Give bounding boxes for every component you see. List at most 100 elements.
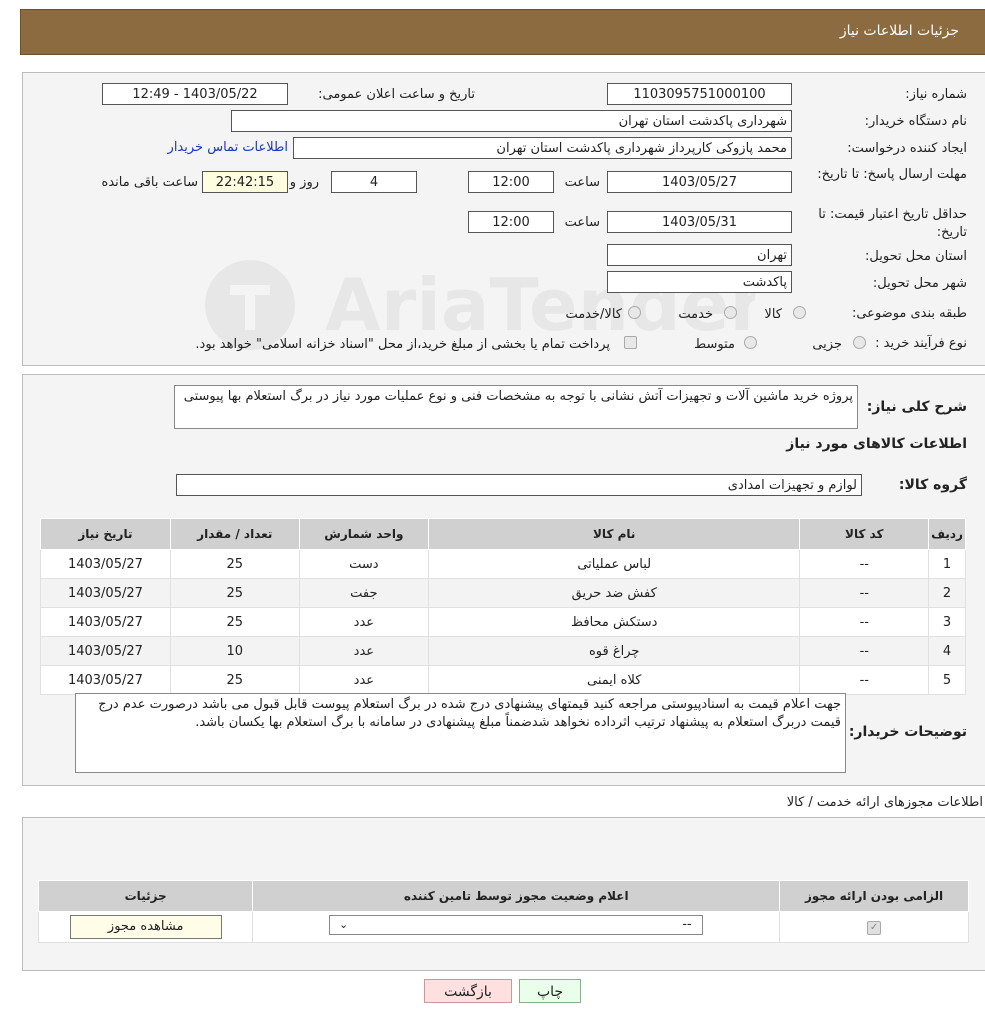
chevron-down-icon: ⌄	[339, 918, 349, 931]
validity-time-field: 12:00	[468, 211, 554, 233]
col-code: کد کالا	[799, 518, 930, 550]
min-validity-label: حداقل تاریخ اعتبار قیمت: تا تاریخ:	[818, 207, 967, 240]
permit-status-cell: -- ⌄	[252, 911, 781, 943]
days-label: روز و	[289, 175, 319, 190]
cell: 25	[169, 607, 300, 637]
cell: 5	[928, 665, 966, 695]
cell: 1403/05/27	[40, 549, 171, 579]
requester-label: ایجاد کننده درخواست:	[847, 141, 967, 156]
category-service-radio[interactable]	[724, 306, 737, 319]
table-row: ✓ -- ⌄ مشاهده مجوز	[37, 911, 969, 943]
category-label: طبقه بندی موضوعی:	[851, 306, 967, 321]
col-permit-details: جزئیات	[37, 880, 254, 912]
print-button[interactable]: چاپ	[519, 979, 581, 1003]
goods-section-title: اطلاعات کالاهای مورد نیاز	[786, 436, 967, 452]
cell: 3	[928, 607, 966, 637]
permits-table-header: الزامی بودن ارائه مجوز اعلام وضعیت مجوز …	[37, 880, 969, 912]
announce-label: تاریخ و ساعت اعلان عمومی:	[318, 87, 475, 102]
cell: 4	[928, 636, 966, 666]
buyer-org-label: نام دستگاه خریدار:	[864, 114, 967, 129]
table-row: 1 -- لباس عملیاتی دست 25 1403/05/27	[40, 549, 966, 579]
permit-status-value: --	[682, 917, 692, 932]
cell: --	[799, 665, 930, 695]
process-medium-radio[interactable]	[744, 336, 757, 349]
cell: جفت	[298, 578, 429, 608]
col-row: ردیف	[928, 518, 966, 550]
permits-title: اطلاعات مجوزهای ارائه خدمت / کالا	[786, 795, 983, 810]
province-field: تهران	[607, 244, 792, 266]
process-minor-radio[interactable]	[853, 336, 866, 349]
category-goods-label: کالا	[764, 307, 782, 322]
validity-date-field: 1403/05/31	[607, 211, 792, 233]
need-number-label: شماره نیاز:	[905, 87, 967, 102]
page-title: جزئیات اطلاعات نیاز	[839, 23, 959, 39]
col-unit: واحد شمارش	[298, 518, 429, 550]
cell: 1403/05/27	[40, 665, 171, 695]
cell: 2	[928, 578, 966, 608]
category-goods-service-label: کالا/خدمت	[565, 307, 622, 322]
cell: کفش ضد حریق	[427, 578, 801, 608]
deadline-date-field: 1403/05/27	[607, 171, 792, 193]
province-label: استان محل تحویل:	[865, 249, 967, 264]
permit-required-checkbox: ✓	[867, 921, 882, 935]
col-permit-status: اعلام وضعیت مجوز توسط تامین کننده	[252, 880, 781, 912]
category-goods-radio[interactable]	[793, 306, 806, 319]
page-header: جزئیات اطلاعات نیاز	[20, 9, 985, 55]
view-permit-button[interactable]: مشاهده مجوز	[69, 915, 222, 939]
permit-details-cell: مشاهده مجوز	[37, 911, 254, 943]
cell: لباس عملیاتی	[427, 549, 801, 579]
category-service-label: خدمت	[678, 307, 713, 322]
col-date: تاریخ نیاز	[40, 518, 171, 550]
cell: عدد	[298, 607, 429, 637]
cell: 10	[169, 636, 300, 666]
permits-table: الزامی بودن ارائه مجوز اعلام وضعیت مجوز …	[37, 880, 969, 943]
remaining-time-field: 22:42:15	[202, 171, 288, 193]
validity-time-label: ساعت	[564, 215, 600, 230]
col-name: نام کالا	[427, 518, 801, 550]
announce-field: 1403/05/22 - 12:49	[102, 83, 288, 105]
deadline-label: مهلت ارسال پاسخ: تا تاریخ:	[817, 167, 967, 182]
cell: 25	[169, 549, 300, 579]
cell: 25	[169, 665, 300, 695]
cell: --	[799, 636, 930, 666]
permit-status-select[interactable]: -- ⌄	[329, 915, 704, 935]
cell: دستکش محافظ	[427, 607, 801, 637]
goods-table-header: ردیف کد کالا نام کالا واحد شمارش تعداد /…	[40, 518, 966, 550]
permit-required-cell: ✓	[779, 911, 969, 943]
cell: 1403/05/27	[40, 607, 171, 637]
process-note: پرداخت تمام یا بخشی از مبلغ خرید،از محل …	[195, 337, 610, 352]
cell: --	[799, 607, 930, 637]
city-field: پاکدشت	[607, 271, 792, 293]
remaining-label: ساعت باقی مانده	[101, 175, 198, 190]
city-label: شهر محل تحویل:	[872, 276, 967, 291]
cell: --	[799, 578, 930, 608]
table-row: 2 -- کفش ضد حریق جفت 25 1403/05/27	[40, 578, 966, 608]
back-button[interactable]: بازگشت	[424, 979, 512, 1003]
group-label: گروه کالا:	[898, 477, 967, 493]
cell: 1403/05/27	[40, 578, 171, 608]
group-field: لوازم و تجهیزات امدادی	[176, 474, 862, 496]
process-minor-label: جزیی	[812, 337, 842, 352]
cell: دست	[298, 549, 429, 579]
treasury-checkbox[interactable]	[624, 336, 637, 349]
col-qty: تعداد / مقدار	[169, 518, 300, 550]
category-goods-service-radio[interactable]	[628, 306, 641, 319]
goods-table: ردیف کد کالا نام کالا واحد شمارش تعداد /…	[40, 518, 966, 695]
cell: 25	[169, 578, 300, 608]
cell: چراغ قوه	[427, 636, 801, 666]
table-row: 4 -- چراغ قوه عدد 10 1403/05/27	[40, 636, 966, 666]
col-permit-required: الزامی بودن ارائه مجوز	[779, 880, 969, 912]
table-row: 5 -- کلاه ایمنی عدد 25 1403/05/27	[40, 665, 966, 695]
deadline-time-field: 12:00	[468, 171, 554, 193]
buyer-notes-textarea: جهت اعلام قیمت به اسنادپیوستی مراجعه کنی…	[75, 693, 846, 773]
cell: 1	[928, 549, 966, 579]
cell: 1403/05/27	[40, 636, 171, 666]
cell: کلاه ایمنی	[427, 665, 801, 695]
buyer-contact-link[interactable]: اطلاعات تماس خریدار	[168, 140, 288, 155]
cell: عدد	[298, 665, 429, 695]
summary-textarea: پروژه خرید ماشین آلات و تجهیزات آتش نشان…	[174, 385, 858, 429]
days-field: 4	[331, 171, 417, 193]
table-row: 3 -- دستکش محافظ عدد 25 1403/05/27	[40, 607, 966, 637]
cell: عدد	[298, 636, 429, 666]
cell: --	[799, 549, 930, 579]
